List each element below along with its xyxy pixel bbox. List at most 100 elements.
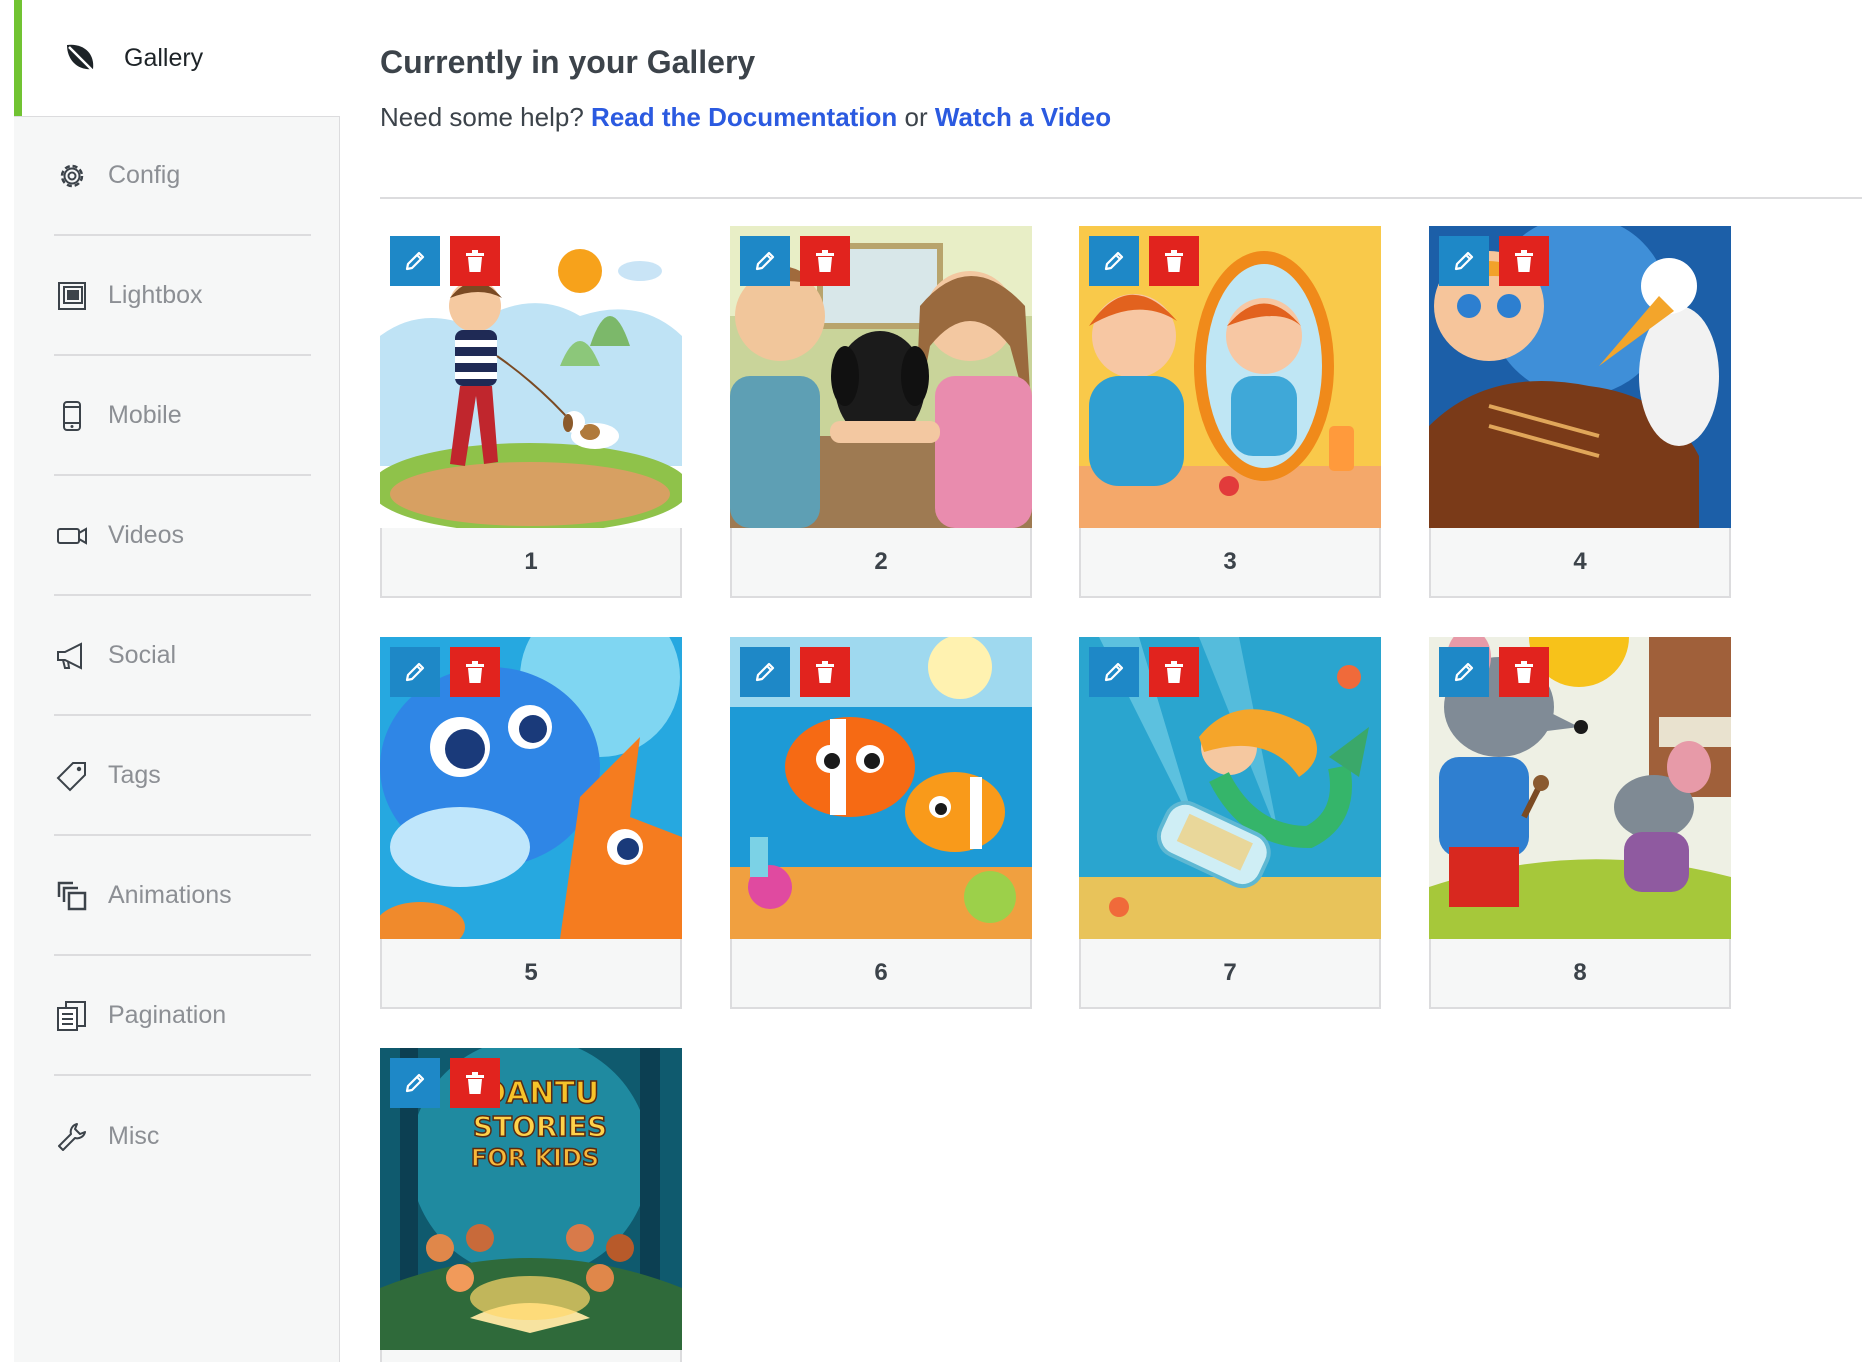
sidebar-item-label: Tags bbox=[108, 761, 161, 789]
thumbnail-image[interactable] bbox=[1429, 226, 1731, 528]
image-caption: 1 bbox=[380, 528, 682, 598]
image-caption: 3 bbox=[1079, 528, 1381, 598]
delete-button[interactable] bbox=[800, 236, 850, 286]
pencil-icon bbox=[405, 251, 425, 271]
edit-button[interactable] bbox=[390, 647, 440, 697]
trash-icon bbox=[1515, 661, 1533, 683]
sidebar-item-pagination[interactable]: Pagination bbox=[54, 957, 311, 1076]
gallery-item: 4 bbox=[1429, 226, 1731, 598]
sidebar-item-mobile[interactable]: Mobile bbox=[54, 357, 311, 476]
thumbnail-image[interactable] bbox=[730, 226, 1032, 528]
sidebar-item-config[interactable]: Config bbox=[54, 117, 311, 236]
tag-icon bbox=[54, 758, 90, 794]
pencil-icon bbox=[1454, 251, 1474, 271]
trash-icon bbox=[466, 250, 484, 272]
edit-button[interactable] bbox=[390, 236, 440, 286]
gallery-item: 6 bbox=[730, 637, 1032, 1009]
leaf-icon bbox=[62, 40, 98, 76]
thumbnail-image[interactable] bbox=[1079, 637, 1381, 939]
thumbnail-image[interactable] bbox=[1429, 637, 1731, 939]
thumbnail-image[interactable] bbox=[730, 637, 1032, 939]
edit-button[interactable] bbox=[740, 647, 790, 697]
sidebar-item-label: Gallery bbox=[124, 43, 204, 72]
edit-button[interactable] bbox=[1439, 647, 1489, 697]
thumbnail-image[interactable] bbox=[380, 637, 682, 939]
pencil-icon bbox=[405, 1073, 425, 1093]
sidebar-item-gallery[interactable]: Gallery bbox=[14, 0, 340, 116]
gallery-item: 7 bbox=[1079, 637, 1381, 1009]
thumbnail-image[interactable] bbox=[1079, 226, 1381, 528]
documentation-link[interactable]: Read the Documentation bbox=[591, 102, 897, 132]
image-caption bbox=[380, 1350, 682, 1362]
sidebar-item-label: Animations bbox=[108, 881, 232, 909]
settings-sidebar: Gallery Config Lightbox Mobile Videos So… bbox=[14, 0, 340, 1362]
sidebar-item-label: Social bbox=[108, 641, 177, 669]
edit-button[interactable] bbox=[1439, 236, 1489, 286]
pencil-icon bbox=[1454, 662, 1474, 682]
divider bbox=[380, 197, 1862, 199]
delete-button[interactable] bbox=[450, 1058, 500, 1108]
trash-icon bbox=[816, 661, 834, 683]
image-caption: 7 bbox=[1079, 939, 1381, 1009]
sidebar-item-label: Lightbox bbox=[108, 281, 203, 309]
pages-icon bbox=[54, 998, 90, 1034]
thumbnail-image[interactable]: EDANTU STORIES FOR KIDS bbox=[380, 1048, 682, 1350]
layers-icon bbox=[54, 878, 90, 914]
trash-icon bbox=[466, 1072, 484, 1094]
edit-button[interactable] bbox=[390, 1058, 440, 1108]
delete-button[interactable] bbox=[1499, 647, 1549, 697]
edit-button[interactable] bbox=[1089, 647, 1139, 697]
trash-icon bbox=[1165, 250, 1183, 272]
gallery-item: 1 bbox=[380, 226, 682, 598]
sidebar-item-videos[interactable]: Videos bbox=[54, 477, 311, 596]
sidebar-item-lightbox[interactable]: Lightbox bbox=[54, 237, 311, 356]
sidebar-item-misc[interactable]: Misc bbox=[54, 1077, 311, 1196]
delete-button[interactable] bbox=[1499, 236, 1549, 286]
mobile-icon bbox=[54, 398, 90, 434]
help-line: Need some help? Read the Documentation o… bbox=[380, 102, 1111, 133]
delete-button[interactable] bbox=[450, 647, 500, 697]
gear-icon bbox=[54, 158, 90, 194]
video-camera-icon bbox=[54, 518, 90, 554]
thumbnail-image[interactable] bbox=[380, 226, 682, 528]
edit-button[interactable] bbox=[1089, 236, 1139, 286]
pencil-icon bbox=[755, 251, 775, 271]
delete-button[interactable] bbox=[450, 236, 500, 286]
edit-button[interactable] bbox=[740, 236, 790, 286]
gallery-item: 5 bbox=[380, 637, 682, 1009]
wrench-icon bbox=[54, 1119, 90, 1155]
watch-video-link[interactable]: Watch a Video bbox=[935, 102, 1111, 132]
lightbox-icon bbox=[54, 278, 90, 314]
delete-button[interactable] bbox=[1149, 236, 1199, 286]
page-title: Currently in your Gallery bbox=[380, 44, 756, 80]
pencil-icon bbox=[1104, 251, 1124, 271]
help-prefix: Need some help? bbox=[380, 102, 584, 132]
gallery-item: 3 bbox=[1079, 226, 1381, 598]
gallery-item: 2 bbox=[730, 226, 1032, 598]
trash-icon bbox=[466, 661, 484, 683]
sidebar-item-tags[interactable]: Tags bbox=[54, 717, 311, 836]
sidebar-item-social[interactable]: Social bbox=[54, 597, 311, 716]
poster-line-2: STORIES bbox=[473, 1110, 607, 1143]
image-caption: 6 bbox=[730, 939, 1032, 1009]
image-caption: 2 bbox=[730, 528, 1032, 598]
pencil-icon bbox=[1104, 662, 1124, 682]
sidebar-item-label: Config bbox=[108, 161, 181, 189]
pencil-icon bbox=[755, 662, 775, 682]
sidebar-item-label: Misc bbox=[108, 1122, 160, 1150]
poster-line-3: FOR KIDS bbox=[471, 1144, 599, 1172]
pencil-icon bbox=[405, 662, 425, 682]
trash-icon bbox=[1515, 250, 1533, 272]
gallery-item: EDANTU STORIES FOR KIDS bbox=[380, 1048, 682, 1362]
sidebar-item-label: Pagination bbox=[108, 1001, 227, 1029]
delete-button[interactable] bbox=[800, 647, 850, 697]
delete-button[interactable] bbox=[1149, 647, 1199, 697]
help-or: or bbox=[904, 102, 928, 132]
image-caption: 8 bbox=[1429, 939, 1731, 1009]
sidebar-item-label: Videos bbox=[108, 521, 184, 549]
gallery-item: 8 bbox=[1429, 637, 1731, 1009]
sidebar-item-animations[interactable]: Animations bbox=[54, 837, 311, 956]
megaphone-icon bbox=[54, 638, 90, 674]
image-caption: 5 bbox=[380, 939, 682, 1009]
image-caption: 4 bbox=[1429, 528, 1731, 598]
